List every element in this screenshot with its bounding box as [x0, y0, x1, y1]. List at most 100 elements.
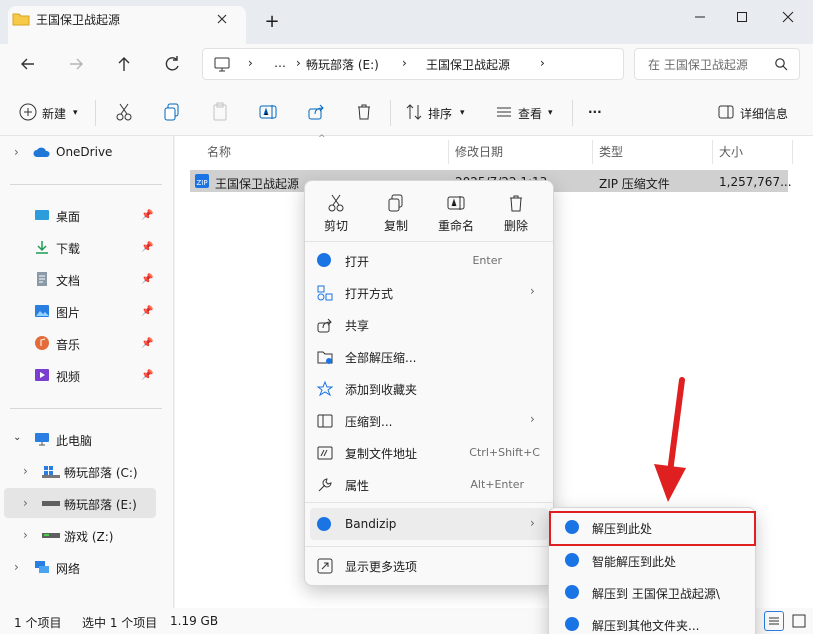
bandizip-icon — [317, 253, 331, 267]
sub-extract-to-folder[interactable]: 解压到 王国保卫战起源\ — [592, 585, 720, 602]
pin-icon[interactable]: 📌 — [141, 210, 153, 221]
pin-icon[interactable]: 📌 — [141, 242, 153, 253]
ctx-open-with[interactable]: 打开方式 — [345, 285, 393, 302]
address-bar[interactable] — [202, 48, 624, 80]
close-window-icon[interactable] — [768, 4, 808, 30]
breadcrumb-folder[interactable]: 王国保卫战起源 — [426, 56, 510, 73]
ctx-compress-to[interactable]: 压缩到... — [345, 413, 392, 430]
bandizip-icon — [565, 585, 579, 599]
copy-icon[interactable] — [386, 193, 406, 213]
column-header-modified[interactable]: 修改日期 — [455, 143, 503, 160]
ctx-bandizip[interactable]: Bandizip — [345, 517, 396, 531]
rename-icon[interactable] — [446, 193, 466, 213]
details-view-icon[interactable] — [764, 611, 784, 631]
up-arrow-icon[interactable] — [110, 50, 138, 78]
drive-icon — [42, 498, 60, 508]
chevron-right-icon: › — [296, 56, 301, 70]
sidebar-item-videos[interactable]: 视频 — [56, 368, 80, 385]
back-arrow-icon[interactable] — [14, 50, 42, 78]
column-header-size[interactable]: 大小 — [719, 143, 743, 160]
forward-arrow-icon[interactable] — [62, 50, 90, 78]
sort-icon[interactable] — [404, 100, 424, 124]
cut-icon[interactable] — [326, 193, 346, 213]
pin-icon[interactable]: 📌 — [141, 370, 153, 381]
breadcrumb-drive[interactable]: 畅玩部落 (E:) — [306, 56, 379, 73]
open-with-icon — [317, 285, 333, 301]
new-icon[interactable] — [18, 100, 38, 124]
ctx-share[interactable]: 共享 — [345, 317, 369, 334]
ctx-cut-label[interactable]: 剪切 — [313, 217, 359, 234]
delete-icon[interactable] — [506, 193, 526, 213]
pin-icon[interactable]: 📌 — [141, 338, 153, 349]
pictures-icon — [34, 304, 50, 318]
chevron-right-icon[interactable]: › — [23, 496, 28, 510]
sidebar-item-desktop[interactable]: 桌面 — [56, 208, 80, 225]
breadcrumb-overflow[interactable]: … — [274, 56, 286, 70]
view-button[interactable]: 查看 — [518, 105, 542, 122]
computer-icon — [212, 54, 232, 74]
ctx-copy-path[interactable]: 复制文件地址 — [345, 445, 417, 462]
ctx-rename-label[interactable]: 重命名 — [433, 217, 479, 234]
sidebar-item-onedrive[interactable]: OneDrive — [56, 145, 112, 159]
chevron-right-icon[interactable]: › — [14, 560, 19, 574]
copy-path-icon — [317, 445, 333, 461]
sidebar-item-this-pc[interactable]: 此电脑 — [56, 432, 92, 449]
compress-icon — [317, 413, 333, 429]
ctx-extract-all[interactable]: 全部解压缩... — [345, 349, 416, 366]
tiles-view-icon[interactable] — [790, 612, 808, 630]
ctx-copy-label[interactable]: 复制 — [373, 217, 419, 234]
more-options-button[interactable]: ··· — [588, 105, 602, 119]
copy-icon[interactable] — [162, 100, 182, 124]
ctx-show-more[interactable]: 显示更多选项 — [345, 558, 417, 575]
sidebar-item-documents[interactable]: 文档 — [56, 272, 80, 289]
bandizip-icon — [565, 553, 579, 567]
status-selected: 选中 1 个项目 — [82, 616, 158, 630]
divider — [95, 100, 96, 126]
chevron-right-icon[interactable]: › — [14, 145, 19, 159]
details-pane-icon[interactable] — [716, 100, 736, 124]
sub-smart-extract[interactable]: 智能解压到此处 — [592, 553, 676, 570]
ctx-properties[interactable]: 属性 — [345, 477, 369, 494]
rename-icon[interactable] — [258, 100, 278, 124]
pin-icon[interactable]: 📌 — [141, 274, 153, 285]
sidebar-item-drive-z[interactable]: 游戏 (Z:) — [64, 528, 113, 545]
minimize-icon[interactable] — [680, 4, 720, 30]
status-item-count: 1 个项目 — [14, 616, 62, 630]
view-icon[interactable] — [494, 100, 514, 124]
ctx-delete-label[interactable]: 删除 — [493, 217, 539, 234]
file-type: ZIP 压缩文件 — [599, 177, 670, 191]
close-tab-icon[interactable] — [212, 9, 232, 29]
maximize-icon[interactable] — [722, 4, 762, 30]
new-button[interactable]: 新建 — [42, 105, 66, 122]
cloud-icon — [33, 145, 51, 159]
search-icon[interactable] — [774, 57, 788, 71]
ctx-add-favorite[interactable]: 添加到收藏夹 — [345, 381, 417, 398]
chevron-right-icon[interactable]: › — [23, 464, 28, 478]
new-tab-button[interactable]: + — [262, 12, 282, 32]
sub-extract-other[interactable]: 解压到其他文件夹... — [592, 617, 699, 634]
sidebar-item-downloads[interactable]: 下载 — [56, 240, 80, 257]
details-button[interactable]: 详细信息 — [740, 105, 788, 122]
column-header-name[interactable]: 名称 — [207, 143, 231, 160]
sidebar-item-drive-e[interactable]: 畅玩部落 (E:) — [64, 496, 137, 513]
pin-icon[interactable]: 📌 — [141, 306, 153, 317]
chevron-right-icon: › — [530, 516, 535, 530]
ctx-open[interactable]: 打开 — [345, 253, 369, 270]
delete-icon[interactable] — [354, 100, 374, 124]
network-icon — [34, 560, 50, 574]
sidebar-item-drive-c[interactable]: 畅玩部落 (C:) — [64, 464, 138, 481]
sort-button[interactable]: 排序 — [428, 105, 452, 122]
annotation-arrow-icon — [654, 377, 686, 502]
sidebar-item-music[interactable]: 音乐 — [56, 336, 80, 353]
chevron-right-icon[interactable]: › — [23, 528, 28, 542]
chevron-down-icon: ▾ — [73, 108, 78, 118]
paste-icon[interactable] — [210, 100, 230, 124]
divider — [448, 140, 449, 164]
chevron-down-icon[interactable]: ⌄ — [13, 432, 21, 443]
cut-icon[interactable] — [114, 100, 134, 124]
column-header-type[interactable]: 类型 — [599, 143, 623, 160]
refresh-icon[interactable] — [158, 50, 186, 78]
sidebar-item-pictures[interactable]: 图片 — [56, 304, 80, 321]
share-icon[interactable] — [306, 100, 326, 124]
sidebar-item-network[interactable]: 网络 — [56, 560, 80, 577]
